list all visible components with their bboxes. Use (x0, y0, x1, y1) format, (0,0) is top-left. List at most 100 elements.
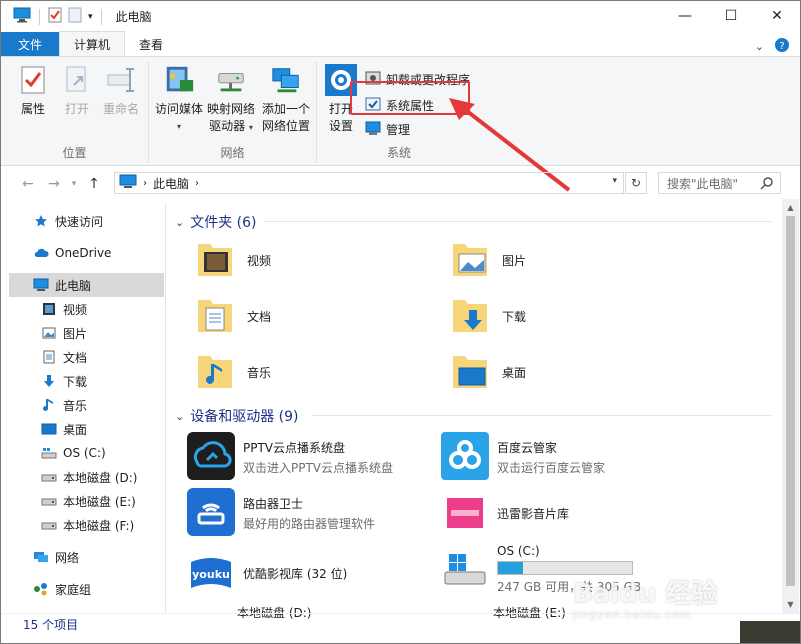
download-icon (41, 373, 57, 389)
search-placeholder: 搜索"此电脑" (667, 176, 739, 191)
sidebar-item-downloads[interactable]: 下载 (9, 369, 164, 393)
group-header-label: 设备和驱动器 (9) (190, 409, 299, 425)
sidebar-item-os-c[interactable]: OS (C:) (9, 441, 164, 465)
scroll-up-button[interactable]: ▲ (782, 199, 799, 216)
chevron-down-icon: ▾ (248, 123, 253, 132)
chevron-down-icon[interactable]: ▾ (612, 176, 617, 186)
device-name: 路由器卫士 (243, 497, 304, 511)
chevron-down-icon: ⌄ (175, 409, 185, 423)
sidebar-item-pictures[interactable]: 图片 (9, 321, 164, 345)
tab-view[interactable]: 查看 (125, 32, 177, 56)
refresh-button[interactable]: ↻ (625, 172, 647, 194)
sidebar-item-disk-e[interactable]: 本地磁盘 (E:) (9, 489, 164, 513)
sidebar-item-this-pc[interactable]: 此电脑 (9, 273, 164, 297)
maximize-button[interactable]: ☐ (708, 1, 754, 31)
picture-folder-icon (446, 236, 494, 284)
folder-downloads[interactable]: 下载 (446, 292, 526, 340)
sidebar-item-disk-d[interactable]: 本地磁盘 (D:) (9, 465, 164, 489)
device-xunlei[interactable]: 迅雷影音片库 (441, 488, 569, 539)
back-button[interactable]: ← (15, 176, 41, 192)
sidebar-item-label: 桌面 (63, 422, 88, 437)
folder-label: 音乐 (247, 365, 272, 380)
group-header-devices[interactable]: ⌄ 设备和驱动器 (9) (175, 406, 299, 426)
sidebar-item-onedrive[interactable]: OneDrive (9, 241, 164, 265)
tab-computer[interactable]: 计算机 (59, 31, 126, 56)
device-name: OS (C:) (497, 544, 540, 558)
explorer-window: ▾ 此电脑 — ☐ ✕ 文件 计算机 查看 ⌄ ? 属性 打开 重命名 位置 访… (0, 0, 801, 644)
device-pptv[interactable]: PPTV云点播系统盘 双击进入PPTV云点播系统盘 (187, 432, 393, 483)
map-drive-label-2-text: 驱动器 (209, 119, 246, 133)
sidebar-item-network[interactable]: 网络 (9, 545, 164, 569)
manage-button[interactable]: 管理 (365, 119, 410, 139)
properties-icon[interactable] (48, 7, 62, 26)
vertical-scrollbar[interactable]: ▲ ▼ (782, 199, 799, 613)
close-button[interactable]: ✕ (754, 1, 800, 31)
sidebar-item-quick-access[interactable]: 快速访问 (9, 209, 164, 233)
properties-button[interactable]: 属性 (13, 63, 53, 118)
chevron-down-icon[interactable]: ⌄ (755, 40, 764, 53)
divider (311, 415, 771, 416)
windows-drive-icon (441, 544, 489, 595)
minimize-button[interactable]: — (662, 1, 708, 31)
youku-icon: youku (187, 548, 235, 599)
sidebar-item-label: OneDrive (55, 246, 112, 260)
device-baidu-cloud[interactable]: 百度云管家 双击运行百度云管家 (441, 432, 605, 483)
homegroup-icon (33, 581, 49, 597)
media-icon (163, 63, 195, 97)
properties-label: 属性 (20, 102, 45, 116)
manage-label: 管理 (386, 122, 411, 137)
sidebar-item-disk-f[interactable]: 本地磁盘 (F:) (9, 513, 164, 537)
chevron-down-icon[interactable]: ▾ (88, 12, 93, 22)
map-drive-label-1: 映射网络 (206, 102, 255, 116)
device-youku[interactable]: youku 优酷影视库 (32 位) (187, 548, 347, 599)
group-label-network: 网络 (220, 146, 245, 160)
folder-videos[interactable]: 视频 (191, 236, 271, 284)
sidebar-item-label: 本地磁盘 (F:) (63, 518, 135, 533)
open-button[interactable]: 打开 (57, 63, 97, 118)
document-icon (41, 349, 57, 365)
sidebar-item-label: 图片 (63, 326, 88, 341)
rename-button[interactable]: 重命名 (99, 63, 143, 118)
folder-music[interactable]: 音乐 (191, 348, 271, 396)
address-bar[interactable]: › 此电脑 › ▾ (114, 172, 624, 194)
sidebar-item-homegroup[interactable]: 家庭组 (9, 577, 164, 601)
open-label: 打开 (64, 102, 89, 116)
search-input[interactable]: 搜索"此电脑" (658, 172, 781, 194)
open-settings-label-2: 设置 (328, 119, 353, 133)
chevron-down-icon: ▾ (176, 122, 181, 131)
group-header-folders[interactable]: ⌄ 文件夹 (6) (175, 212, 257, 232)
quick-access-toolbar: ▾ (1, 7, 104, 26)
sidebar-item-label: 此电脑 (55, 278, 92, 293)
forward-button[interactable]: → (41, 176, 67, 192)
tab-file[interactable]: 文件 (1, 32, 59, 56)
access-media-label: 访问媒体 (154, 102, 203, 116)
baidu-cloud-icon (441, 432, 489, 483)
new-folder-icon[interactable] (68, 7, 82, 26)
drive-icon (41, 493, 57, 509)
breadcrumb-separator-icon: › (143, 177, 147, 189)
search-icon[interactable] (760, 176, 774, 193)
help-icon[interactable]: ? (774, 37, 790, 56)
video-folder-icon (191, 236, 239, 284)
scroll-down-button[interactable]: ▼ (782, 596, 799, 613)
add-network-location-button[interactable]: 添加一个 网络位置 (257, 63, 315, 135)
drive-icon (41, 469, 57, 485)
ribbon-tabs: 文件 计算机 查看 ⌄ ? (1, 31, 800, 56)
folder-desktop[interactable]: 桌面 (446, 348, 526, 396)
map-network-drive-button[interactable]: 映射网络 驱动器 ▾ (205, 63, 257, 136)
up-button[interactable]: ↑ (81, 176, 107, 192)
drive-icon (41, 517, 57, 533)
sidebar-item-videos[interactable]: 视频 (9, 297, 164, 321)
network-drive-icon (215, 63, 247, 97)
folder-pictures[interactable]: 图片 (446, 236, 526, 284)
folder-documents[interactable]: 文档 (191, 292, 271, 340)
scroll-thumb[interactable] (786, 216, 795, 586)
sidebar-item-documents[interactable]: 文档 (9, 345, 164, 369)
breadcrumb[interactable]: 此电脑 (153, 175, 189, 192)
access-media-button[interactable]: 访问媒体 ▾ (151, 63, 207, 135)
recent-locations-button[interactable]: ▾ (67, 179, 81, 189)
device-name: PPTV云点播系统盘 (243, 441, 346, 455)
device-router-guard[interactable]: 路由器卫士 最好用的路由器管理软件 (187, 488, 375, 539)
sidebar-item-music[interactable]: 音乐 (9, 393, 164, 417)
sidebar-item-desktop[interactable]: 桌面 (9, 417, 164, 441)
